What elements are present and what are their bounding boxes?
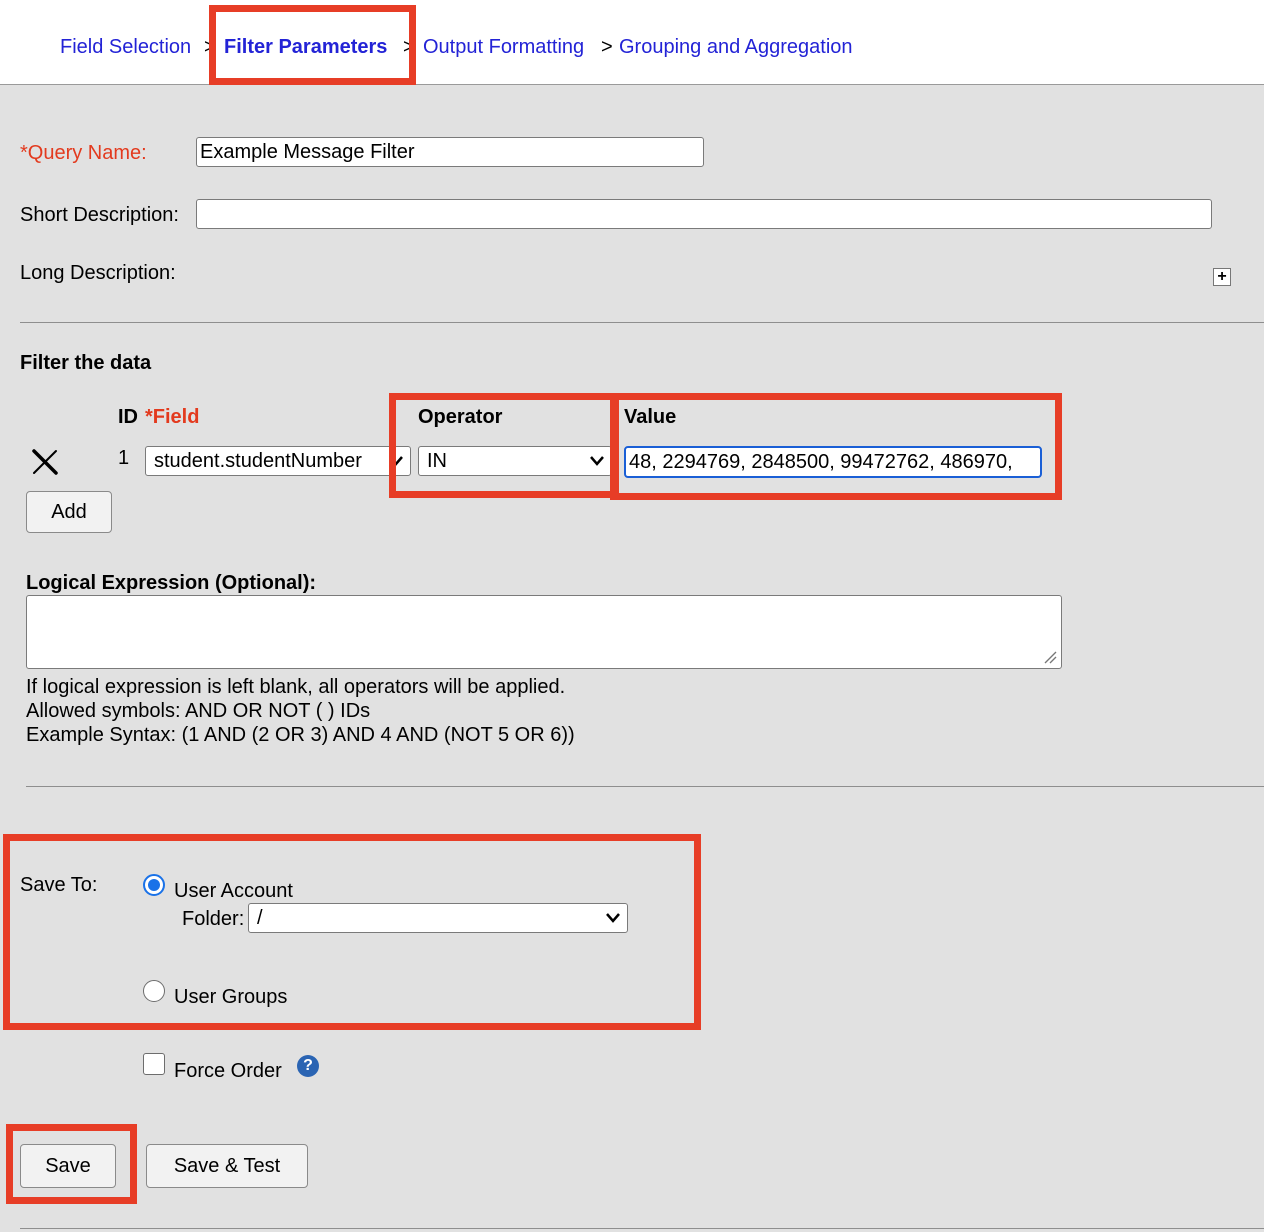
- save-test-button[interactable]: Save & Test: [146, 1144, 308, 1188]
- resize-handle-icon[interactable]: [1043, 650, 1057, 664]
- logical-help-line: Example Syntax: (1 AND (2 OR 3) AND 4 AN…: [26, 724, 575, 746]
- logical-help-line: If logical expression is left blank, all…: [26, 676, 566, 698]
- filter-section-title: Filter the data: [20, 352, 152, 374]
- breadcrumb-field-selection[interactable]: Field Selection: [60, 36, 191, 59]
- field-select-value: student.studentNumber: [154, 450, 362, 472]
- breadcrumb-output-formatting[interactable]: Output Formatting: [423, 36, 584, 59]
- logical-help-line: Allowed symbols: AND OR NOT ( ) IDs: [26, 700, 371, 722]
- highlight-box-save-to: [3, 834, 701, 1030]
- add-button[interactable]: Add: [26, 491, 112, 533]
- query-name-label: *Query Name:: [20, 142, 147, 164]
- highlight-box-filter-parameters: [209, 5, 416, 85]
- query-name-input[interactable]: Example Message Filter: [196, 137, 704, 167]
- long-description-label: Long Description:: [20, 262, 176, 284]
- column-id-header: ID: [118, 406, 138, 428]
- row-id: 1: [118, 447, 130, 469]
- logical-expression-textarea[interactable]: [26, 595, 1062, 669]
- short-description-input[interactable]: [196, 199, 1212, 229]
- force-order-checkbox[interactable]: [143, 1053, 165, 1075]
- breadcrumb-grouping-aggregation[interactable]: Grouping and Aggregation: [619, 36, 853, 59]
- divider: [20, 1228, 1264, 1229]
- highlight-box-value: [610, 393, 1062, 500]
- help-icon[interactable]: ?: [297, 1055, 319, 1077]
- highlight-box-operator: [389, 393, 619, 498]
- field-select[interactable]: student.studentNumber: [145, 446, 411, 476]
- highlight-box-save-button: [6, 1124, 137, 1204]
- delete-row-icon[interactable]: [30, 448, 60, 476]
- breadcrumb-bar: ‾ ‾ ‾ ‾ ‾ ‾ ‾ ‾ ‾ ‾ ‾ ‾ ‾ ‾ ‾ ‾ ‾ ‾ ‾ ‾ …: [0, 0, 1264, 85]
- breadcrumb-separator: >: [601, 36, 613, 58]
- force-order-label: Force Order: [174, 1060, 282, 1082]
- short-description-label: Short Description:: [20, 204, 179, 226]
- divider: [20, 322, 1264, 323]
- divider: [26, 786, 1264, 787]
- expand-icon[interactable]: +: [1213, 268, 1231, 286]
- column-field-header: *Field: [145, 406, 200, 428]
- logical-expression-label: Logical Expression (Optional):: [26, 572, 317, 594]
